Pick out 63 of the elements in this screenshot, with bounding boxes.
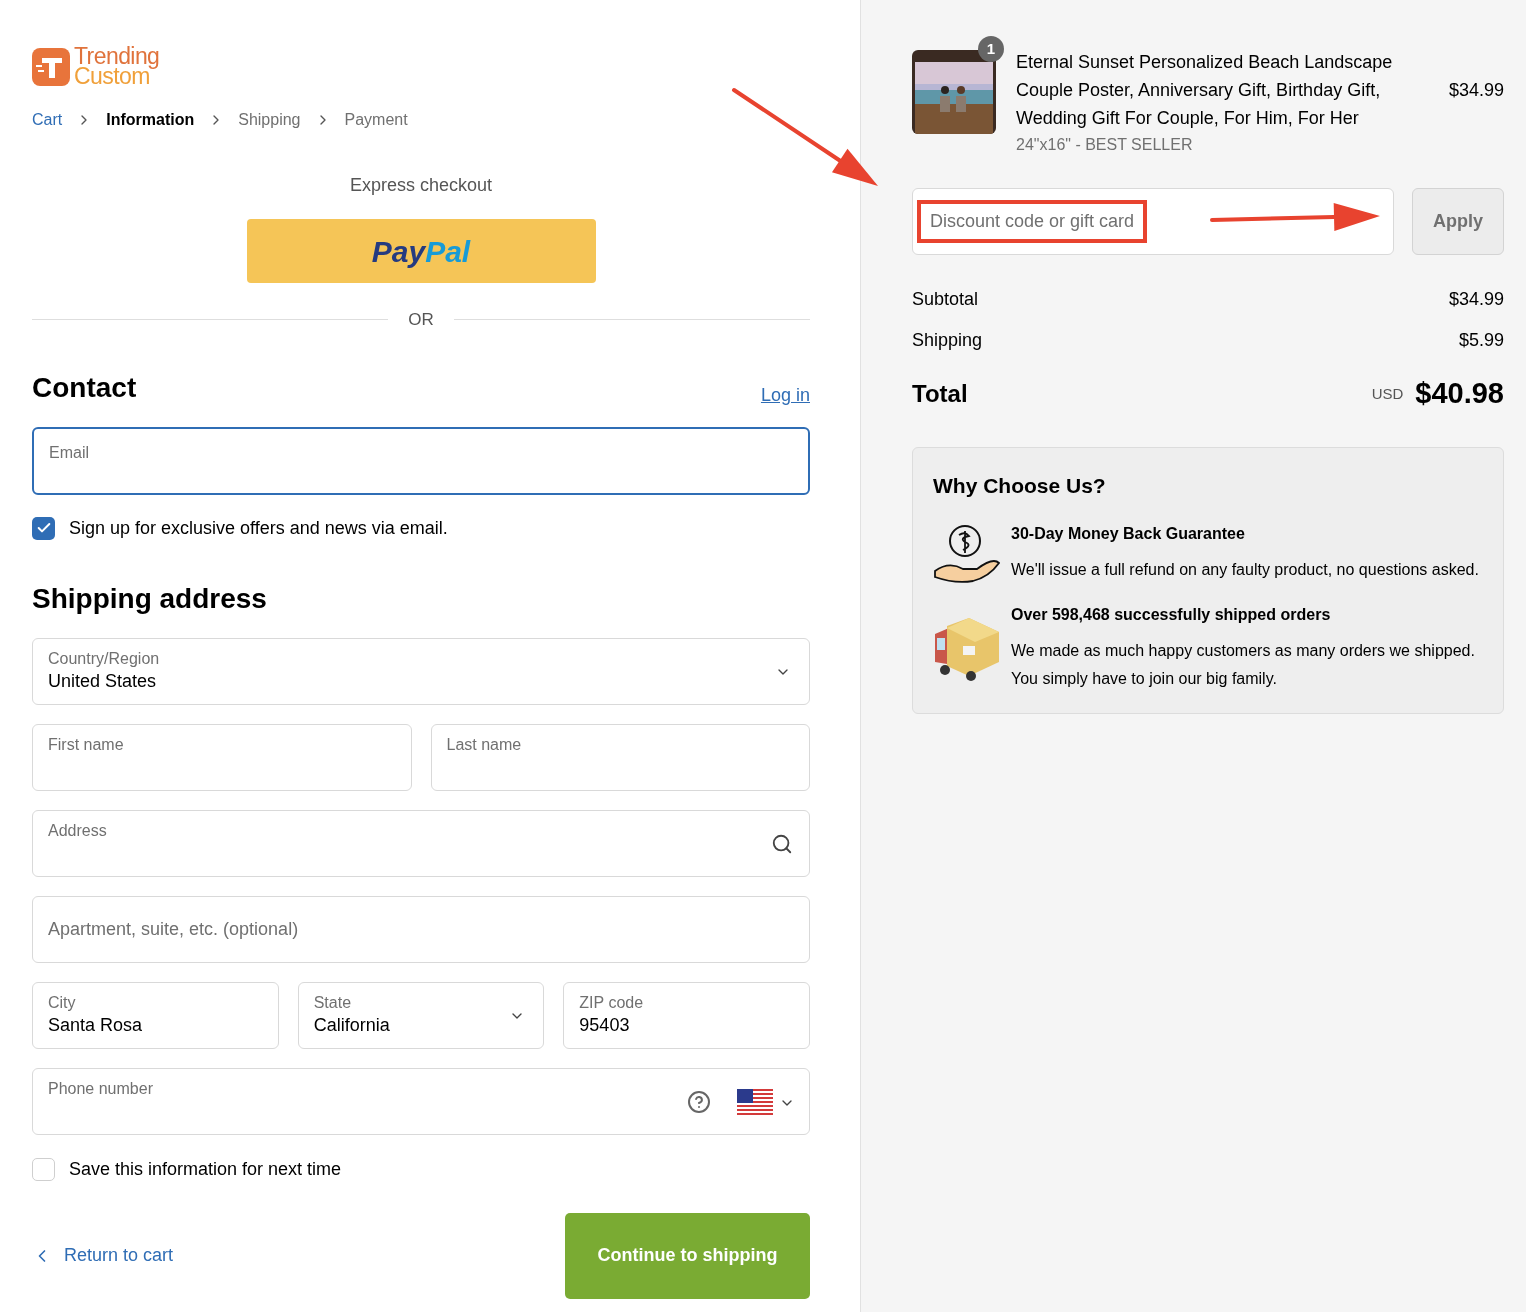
continue-button[interactable]: Continue to shipping bbox=[565, 1212, 810, 1299]
total-label: Total bbox=[912, 378, 968, 409]
field-value: 95403 bbox=[579, 1014, 630, 1037]
product-title: Eternal Sunset Personalized Beach Landscape Couple Poster, Anniversary Gift, Birthday Gift, Wedding Gift For Couple, For Him, For Her bbox=[1016, 51, 1394, 130]
return-to-cart-link[interactable]: Return to cart bbox=[32, 1242, 174, 1269]
card-title: Why Choose Us? bbox=[933, 472, 1107, 499]
summary-label: Subtotal bbox=[912, 288, 979, 311]
email-field[interactable]: Email bbox=[32, 426, 810, 495]
field-label: Phone number bbox=[48, 1079, 153, 1099]
summary-value: $34.99 bbox=[1448, 288, 1504, 311]
field-label: Last name bbox=[446, 735, 522, 755]
total-amount: $40.98 bbox=[1415, 376, 1504, 411]
field-label: State bbox=[313, 993, 352, 1013]
discount-field[interactable]: Discount code or gift card bbox=[912, 188, 1394, 255]
field-label: Address bbox=[48, 821, 107, 841]
newsletter-label: Sign up for exclusive offers and news via email. bbox=[69, 516, 448, 540]
express-checkout-title: Express checkout bbox=[349, 174, 493, 197]
section-title: Shipping address bbox=[32, 581, 268, 616]
login-link[interactable]: Log in bbox=[760, 381, 810, 409]
currency-code: USD bbox=[1371, 383, 1404, 404]
checkbox[interactable] bbox=[32, 1157, 55, 1181]
breadcrumb-item: Information bbox=[106, 110, 195, 130]
field-value: California bbox=[313, 1014, 390, 1037]
field-label: Country/Region bbox=[48, 649, 160, 669]
search-icon[interactable] bbox=[771, 832, 793, 855]
select-field[interactable]: State California bbox=[297, 981, 545, 1049]
summary-value: $5.99 bbox=[1458, 329, 1504, 352]
paypal-button[interactable]: PayPal bbox=[246, 219, 596, 283]
field-label: Email bbox=[49, 443, 89, 461]
logo-icon bbox=[32, 46, 70, 86]
field-label: ZIP code bbox=[579, 993, 644, 1013]
logo[interactable]: Trending Custom bbox=[32, 46, 160, 86]
input-field[interactable]: First name bbox=[32, 723, 412, 791]
product-variant: 24"x16" - BEST SELLER bbox=[1016, 135, 1194, 155]
input-field[interactable]: Last name bbox=[430, 723, 810, 791]
breadcrumb-item: Payment bbox=[344, 110, 408, 130]
summary-label: Shipping bbox=[912, 329, 983, 352]
select-field[interactable]: Country/Region United States bbox=[32, 637, 810, 705]
input-field[interactable]: Address bbox=[32, 809, 810, 877]
quantity-badge: 1 bbox=[978, 36, 1004, 62]
input-field[interactable]: Phone number bbox=[32, 1067, 810, 1135]
breadcrumb-item: Shipping bbox=[238, 110, 301, 130]
input-field[interactable]: Apartment, suite, etc. (optional) bbox=[32, 895, 810, 963]
field-value: United States bbox=[48, 670, 157, 693]
checkbox[interactable] bbox=[32, 516, 55, 540]
section-title: Contact bbox=[32, 370, 137, 405]
feature-text: We'll issue a full refund on any faulty product, no questions asked. bbox=[1011, 560, 1479, 580]
flag-icon[interactable] bbox=[737, 1088, 773, 1115]
input-field[interactable]: City Santa Rosa bbox=[32, 981, 279, 1049]
field-label: City bbox=[48, 993, 76, 1013]
field-value: Santa Rosa bbox=[48, 1014, 143, 1037]
input-field[interactable]: ZIP code 95403 bbox=[563, 981, 810, 1049]
product-price: $34.99 bbox=[1448, 79, 1504, 102]
feature-title: Over 598,468 successfully shipped orders bbox=[1011, 605, 1332, 625]
feature-text: We made as much happy customers as many orders we shipped. You simply have to join our big family. bbox=[1011, 641, 1476, 689]
save-info-label: Save this information for next time bbox=[69, 1157, 342, 1181]
feature-title: 30-Day Money Back Guarantee bbox=[1011, 524, 1246, 544]
apply-button[interactable]: Apply bbox=[1412, 188, 1504, 255]
help-icon[interactable] bbox=[687, 1089, 711, 1114]
discount-placeholder: Discount code or gift card bbox=[917, 200, 1148, 243]
or-divider-text: OR bbox=[408, 309, 434, 331]
breadcrumb-item[interactable]: Cart bbox=[32, 108, 63, 132]
field-label: First name bbox=[48, 735, 124, 755]
